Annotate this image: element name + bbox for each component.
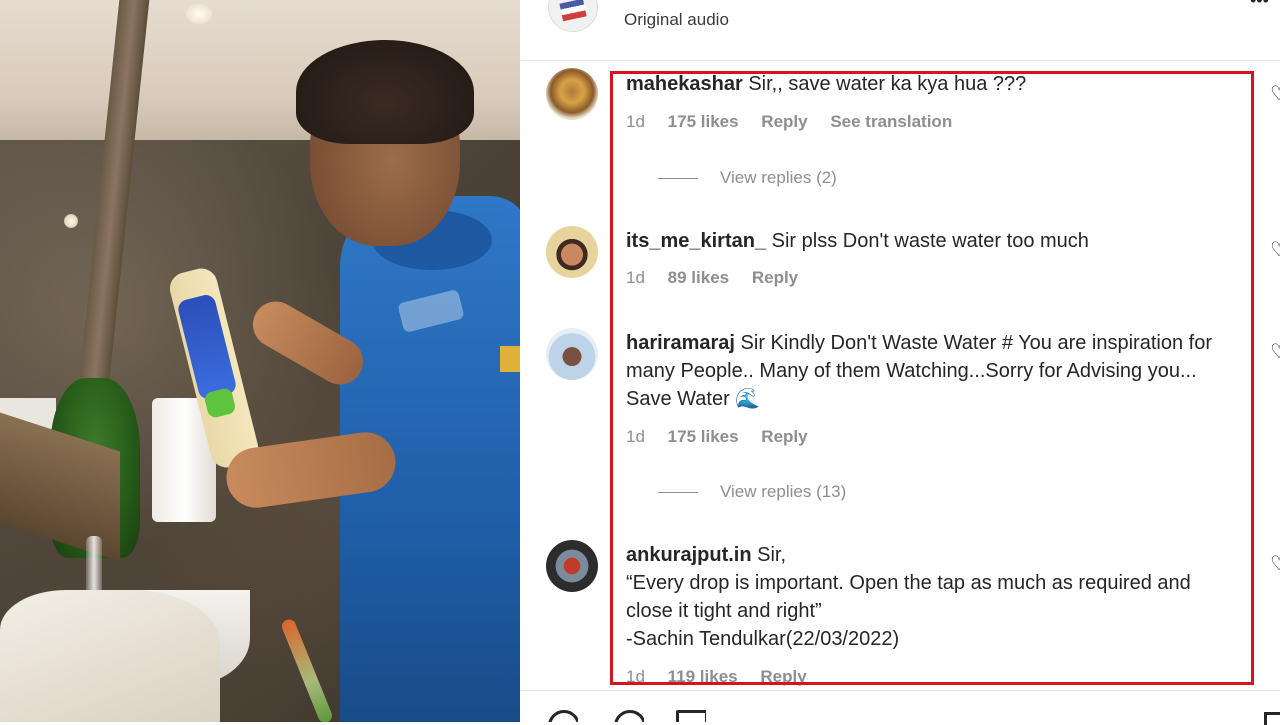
avatar[interactable]	[546, 328, 598, 380]
heart-icon[interactable]: ♡	[1270, 342, 1280, 362]
video-cloth	[0, 590, 220, 722]
flag-icon	[559, 0, 587, 22]
video-wall-light	[64, 214, 78, 228]
highlight-box	[610, 71, 1254, 685]
divider	[520, 60, 1280, 61]
divider	[520, 690, 1280, 691]
audio-avatar[interactable]	[548, 0, 598, 32]
video-ceiling-light	[186, 4, 212, 24]
avatar[interactable]	[546, 68, 598, 120]
heart-icon[interactable]: ♡	[1270, 240, 1280, 260]
avatar[interactable]	[546, 226, 598, 278]
heart-icon[interactable]: ♡	[1270, 84, 1280, 104]
heart-icon[interactable]	[548, 710, 578, 722]
avatar[interactable]	[546, 540, 598, 592]
bookmark-icon[interactable]	[1264, 712, 1280, 725]
comment-icon[interactable]	[614, 710, 644, 722]
heart-icon[interactable]: ♡	[1270, 554, 1280, 574]
video-frame[interactable]	[0, 0, 520, 722]
video-sleeve-trim	[500, 346, 520, 372]
audio-label[interactable]: Original audio	[624, 10, 729, 30]
audio-row[interactable]: Original audio •••	[520, 0, 1280, 46]
share-icon[interactable]	[676, 710, 706, 722]
more-icon[interactable]: •••	[1250, 0, 1269, 11]
video-person-hair	[296, 40, 474, 144]
